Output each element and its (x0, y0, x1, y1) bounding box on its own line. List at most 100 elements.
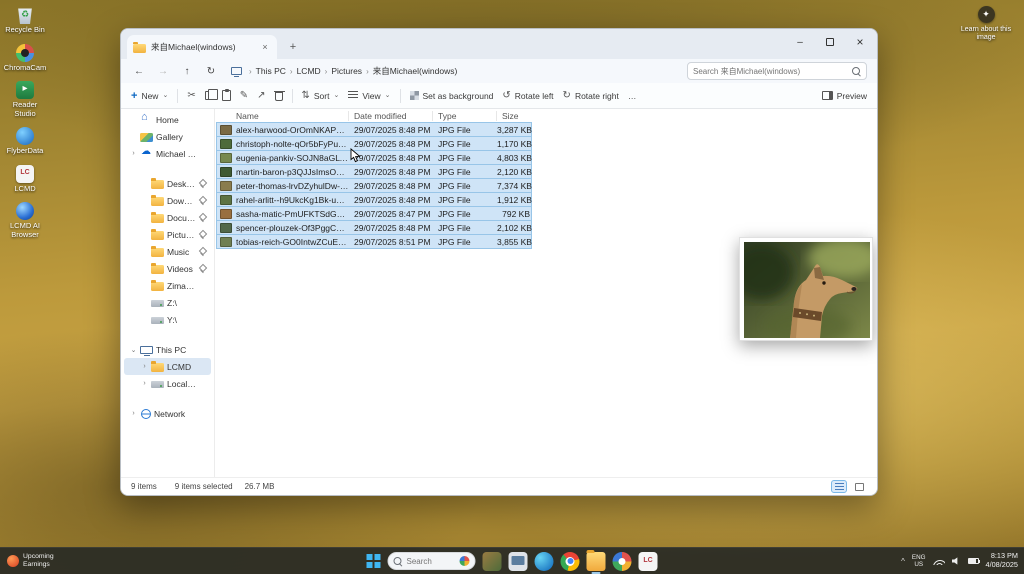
desktop-icon[interactable]: LCMD AI Browser (2, 202, 48, 239)
chevron-icon[interactable]: › (130, 150, 137, 157)
breadcrumb-item[interactable]: Pictures (331, 66, 370, 76)
forward-button[interactable] (155, 63, 171, 79)
taskbar-app-monitor[interactable] (509, 552, 528, 571)
tab-close-icon[interactable] (259, 41, 271, 53)
column-header-type[interactable]: Type (432, 111, 496, 121)
back-button[interactable] (131, 63, 147, 79)
share-button[interactable] (257, 90, 265, 101)
sort-button[interactable]: Sort (302, 90, 340, 101)
chevron-icon[interactable]: › (141, 380, 148, 387)
close-button[interactable] (845, 31, 875, 53)
column-header-size[interactable]: Size (496, 111, 532, 121)
taskbar-app-file-explorer[interactable] (587, 552, 606, 571)
more-options-button[interactable]: … (628, 91, 637, 101)
file-row[interactable]: sasha-matic-PmUFKTSdG6g-unsplash 29/07/2… (216, 206, 532, 221)
wifi-icon[interactable] (933, 557, 945, 565)
sidebar-item[interactable]: Videos (124, 260, 211, 277)
desktop-icon[interactable]: Recycle Bin (2, 6, 48, 35)
taskbar-search-input[interactable] (407, 557, 456, 566)
sidebar-item[interactable]: Zimaboard 2 (124, 277, 211, 294)
sidebar-item-label: Network (154, 409, 197, 419)
search-input[interactable] (693, 67, 848, 76)
file-size: 792 KB (497, 209, 533, 219)
sidebar-item[interactable]: Y:\ (124, 311, 211, 328)
breadcrumb-item[interactable]: LCMD (297, 66, 330, 76)
cut-button[interactable] (187, 90, 195, 101)
search-box[interactable] (687, 62, 867, 80)
new-button[interactable]: + New (131, 90, 168, 102)
rotate-right-button[interactable]: Rotate right (563, 90, 619, 101)
paste-button[interactable] (222, 90, 231, 101)
sidebar-item[interactable]: ⌄ This PC (124, 341, 211, 358)
file-row[interactable]: martin-baron-p3QJJsImsO4-unsplash 29/07/… (216, 164, 532, 179)
minimize-button[interactable] (785, 31, 815, 53)
sidebar-item[interactable]: › Michael - Personal (124, 145, 211, 162)
language-indicator[interactable]: ENG US (912, 554, 926, 568)
taskbar-app-lcmd[interactable] (639, 552, 658, 571)
new-tab-button[interactable] (285, 39, 301, 55)
desktop-icon[interactable]: LCMD (2, 165, 48, 194)
battery-icon[interactable] (968, 558, 979, 564)
up-button[interactable] (179, 63, 195, 79)
delete-button[interactable] (275, 92, 283, 101)
file-row[interactable]: eugenia-pankiv-SOJN8aGLYsM-unsplash 29/0… (216, 150, 532, 165)
sidebar-item[interactable]: Music (124, 243, 211, 260)
sidebar-item[interactable]: › LCMD (124, 358, 211, 375)
copy-button[interactable] (205, 91, 213, 100)
start-button[interactable] (367, 554, 381, 568)
sidebar-item[interactable]: Downloads (124, 192, 211, 209)
chevron-down-icon (162, 91, 168, 101)
breadcrumb-item[interactable]: This PC (256, 66, 295, 76)
chevron-icon[interactable]: › (130, 410, 137, 417)
sidebar-item[interactable]: Documents (124, 209, 211, 226)
pin-icon (200, 180, 207, 187)
chevron-right-icon (323, 67, 330, 76)
taskbar-search[interactable] (388, 552, 476, 570)
sidebar-item[interactable]: Z:\ (124, 294, 211, 311)
learn-about-this-image[interactable]: ✦ Learn about this image (954, 6, 1018, 42)
maximize-button[interactable] (815, 31, 845, 53)
taskbar-app-edge[interactable] (535, 552, 554, 571)
file-row[interactable]: christoph-nolte-qOr5bFyPuso-unsplash 29/… (216, 136, 532, 151)
sidebar-item[interactable]: Home (124, 111, 211, 128)
preview-toggle-button[interactable]: Preview (822, 91, 867, 101)
tab-bar[interactable]: 来自Michael(windows) (121, 29, 877, 59)
desktop-icon[interactable]: FlyberData (2, 127, 48, 156)
sidebar-item[interactable]: › Local Disk (C:) (124, 375, 211, 392)
visual-search-icon[interactable] (460, 556, 470, 566)
widgets-button[interactable]: Upcoming Earnings (7, 548, 54, 574)
volume-icon[interactable] (952, 557, 961, 565)
file-row[interactable]: rahel-arlitt--h9UkcKg1Bk-unsplash 29/07/… (216, 192, 532, 207)
sidebar-item[interactable]: Gallery (124, 128, 211, 145)
sidebar-item[interactable]: Desktop (124, 175, 211, 192)
desktop-icon[interactable]: ChromaCam (2, 44, 48, 73)
refresh-button[interactable] (203, 63, 219, 79)
chevron-right-icon (288, 67, 295, 76)
desktop-icon[interactable]: Reader Studio (2, 81, 48, 118)
column-header-date-modified[interactable]: Date modified (348, 111, 432, 121)
chevron-icon[interactable]: › (141, 363, 148, 370)
chevron-icon[interactable]: ⌄ (130, 346, 137, 354)
file-row[interactable]: alex-harwood-OrOmNKAPak-unsplash 29/07/2… (216, 122, 532, 137)
rotate-left-button[interactable]: Rotate left (502, 90, 553, 101)
sidebar-item[interactable]: Pictures (124, 226, 211, 243)
column-header-name[interactable]: Name (216, 111, 348, 121)
breadcrumb-item[interactable]: 来自Michael(windows) (373, 65, 458, 77)
rename-button[interactable] (240, 90, 248, 101)
details-view-toggle[interactable] (831, 480, 847, 493)
clock[interactable]: 8:13 PM 4/08/2025 (986, 552, 1018, 569)
taskbar-app-media[interactable] (483, 552, 502, 571)
thumbnail-view-toggle[interactable] (851, 480, 867, 493)
sidebar-item[interactable]: › Network (124, 405, 211, 422)
file-row[interactable]: spencer-plouzek-Of3PggCMPyw-unsplash 29/… (216, 220, 532, 235)
tray-overflow-chevron-icon[interactable] (901, 557, 905, 566)
taskbar-app-chrome[interactable] (561, 552, 580, 571)
view-button[interactable]: View (348, 91, 390, 101)
taskbar-app-photos[interactable] (613, 552, 632, 571)
desktop-icon-art (16, 202, 34, 220)
file-row[interactable]: tobias-reich-GO0IntwZCuEA-unsplash 29/07… (216, 234, 532, 249)
set-as-background-button[interactable]: Set as background (410, 91, 494, 101)
explorer-tab[interactable]: 来自Michael(windows) (127, 35, 277, 59)
rotate-left-icon (502, 90, 510, 101)
file-row[interactable]: peter-thomas-lrvDZyhulDw-unsplash 29/07/… (216, 178, 532, 193)
